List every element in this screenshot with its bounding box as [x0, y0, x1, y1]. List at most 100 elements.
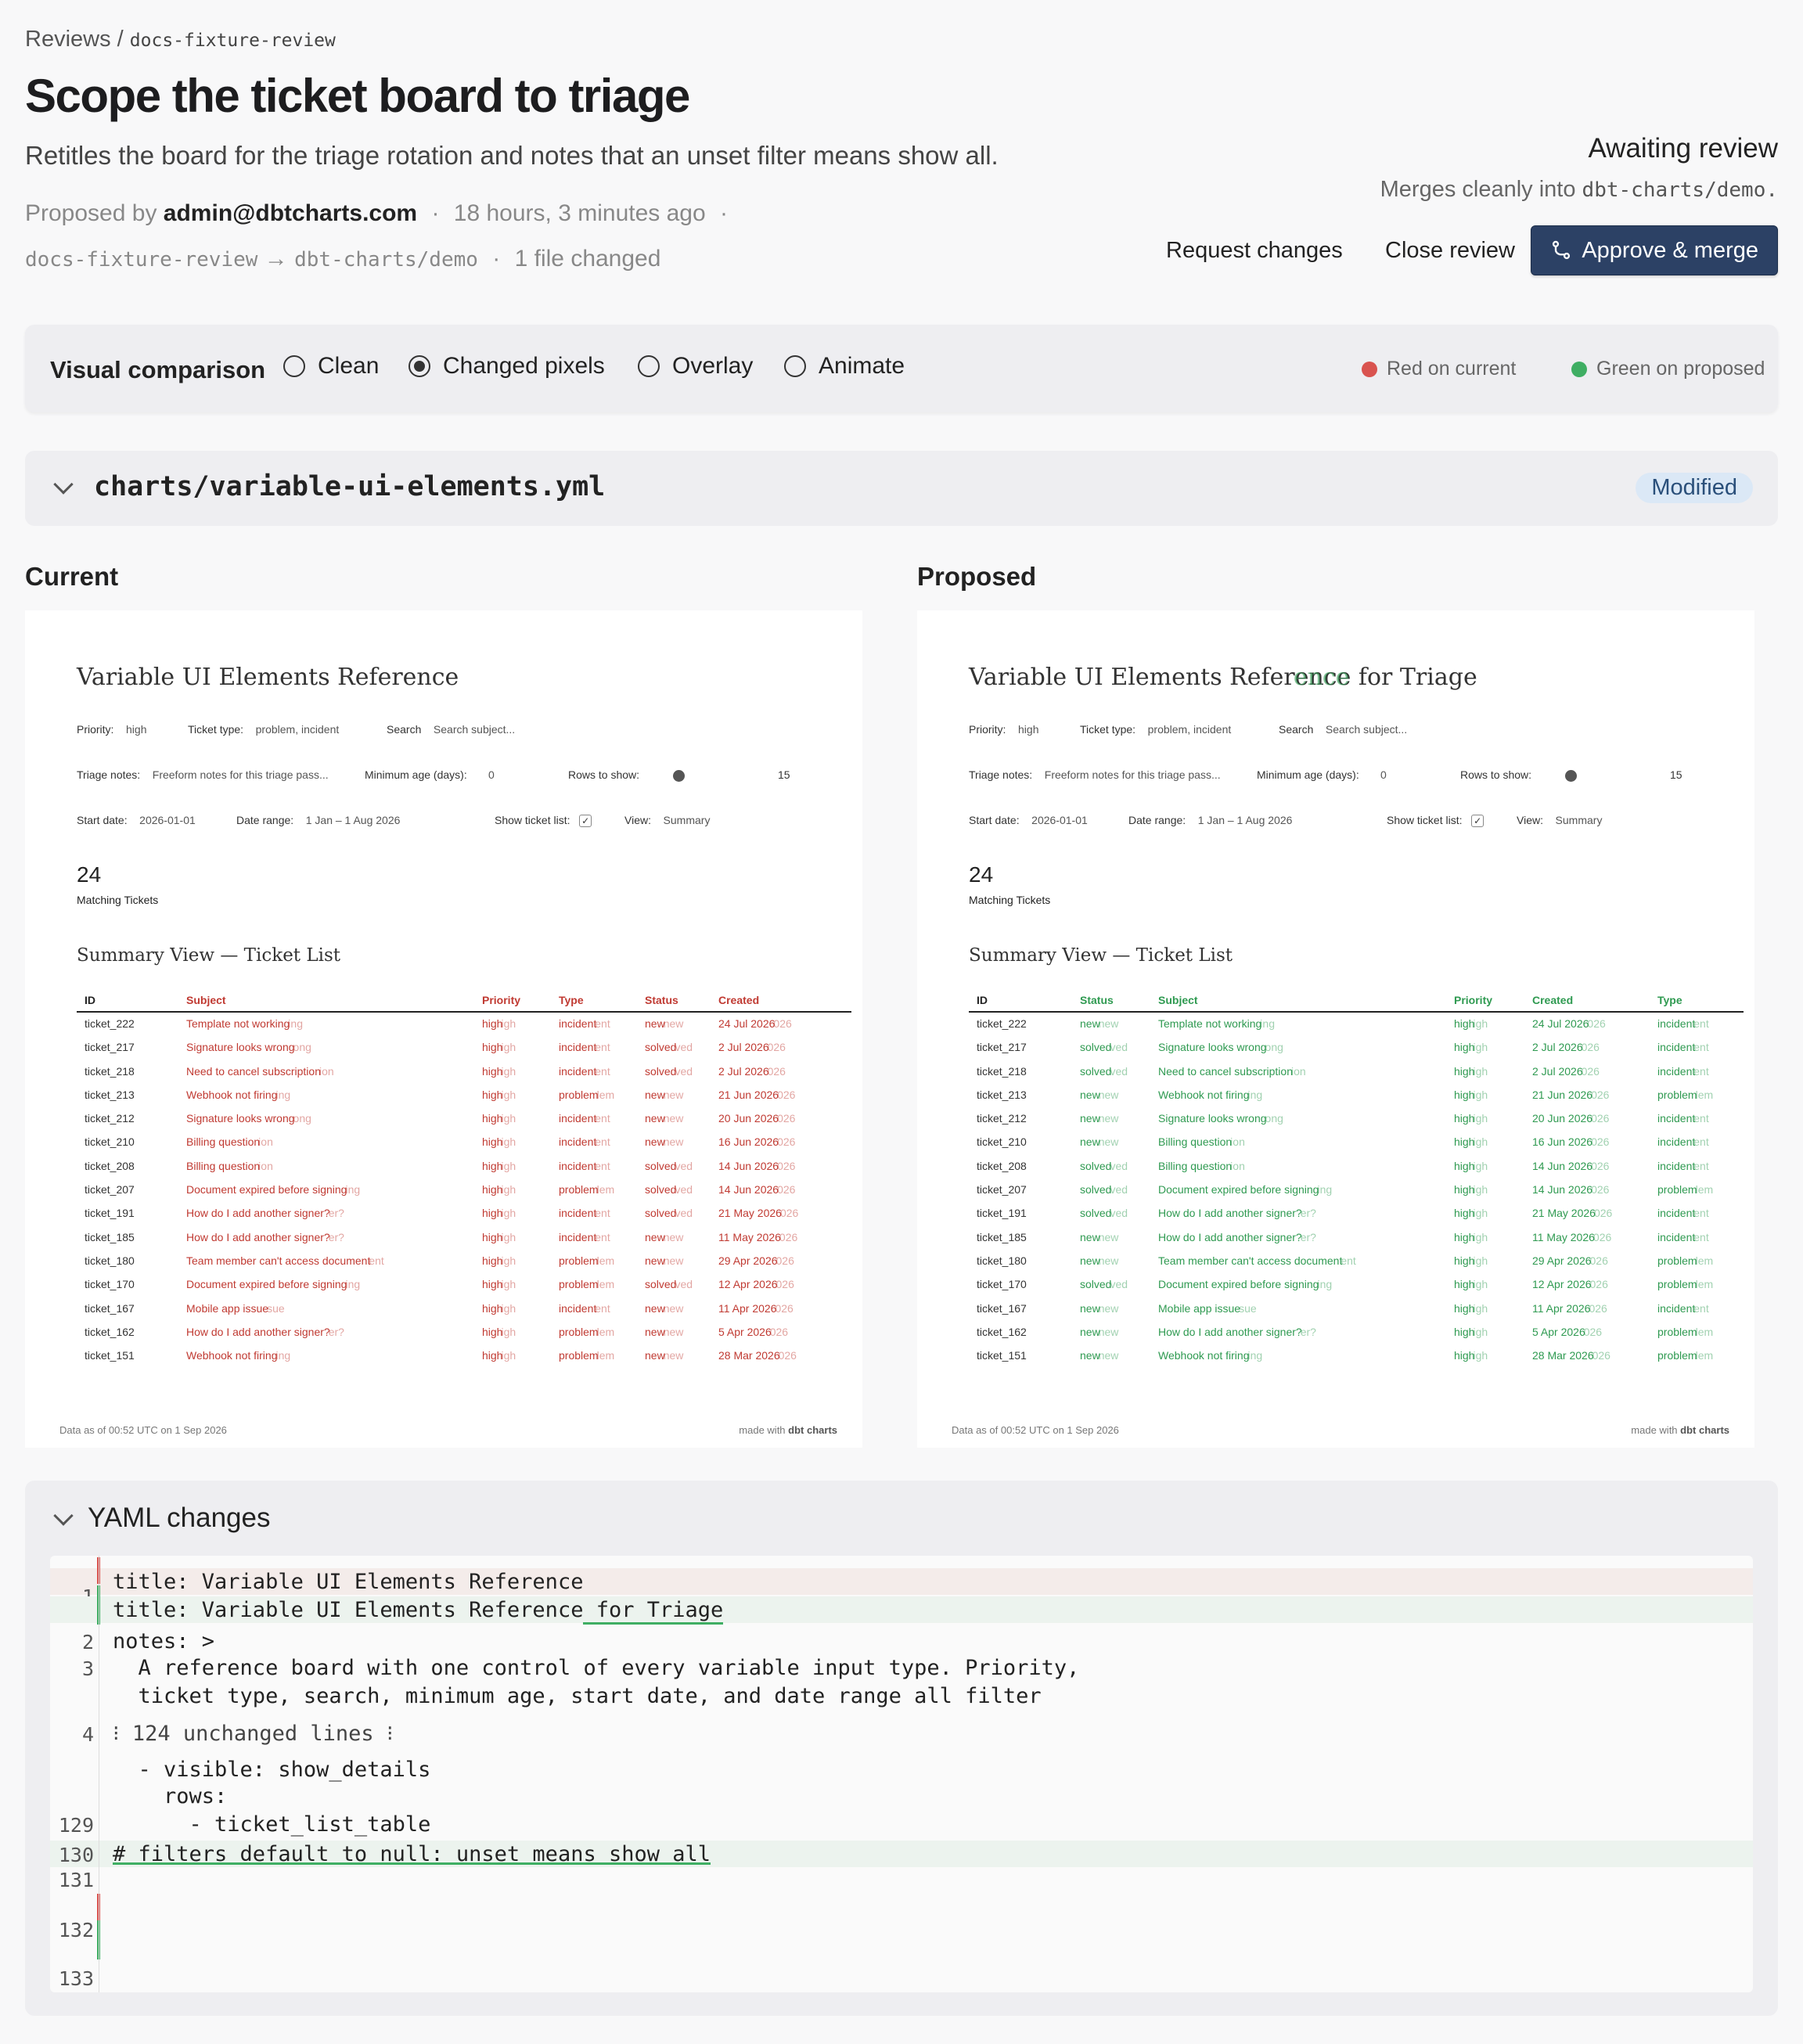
table-cell: ticket_212	[977, 1112, 1027, 1125]
diff-ghost: ved	[1110, 1207, 1128, 1220]
diff-ghost: 026	[776, 1278, 794, 1291]
diff-ghost: 026	[1591, 1112, 1610, 1125]
table-cell: problemlem	[559, 1278, 615, 1291]
diff-ghost: ong	[1265, 1112, 1283, 1125]
file-path: charts/variable-ui-elements.yml	[94, 471, 606, 502]
code-text: - ticket_list_table	[113, 1812, 431, 1837]
table-cell: 11 May 2026026	[1532, 1230, 1612, 1243]
diff-ghost: igh	[1473, 1183, 1488, 1197]
diff-ghost: igh	[1473, 1088, 1488, 1101]
diff-ghost: ved	[1110, 1159, 1128, 1172]
diff-ghost: new	[1098, 1349, 1119, 1362]
table-cell: Document expired before signinging	[1158, 1278, 1333, 1291]
table-cell: incidentent	[1657, 1135, 1709, 1149]
diff-ghost: 026	[779, 1207, 799, 1220]
table-cell: solvedved	[645, 1278, 693, 1291]
table-cell: highigh	[1454, 1254, 1488, 1267]
diff-ghost: ent	[369, 1254, 384, 1267]
table-cell: highigh	[482, 1017, 516, 1030]
diff-ghost: 026	[773, 1017, 792, 1030]
diff-ghost: ent	[595, 1230, 610, 1243]
meta-separator: ·	[720, 200, 729, 226]
table-cell: solvedved	[1080, 1159, 1128, 1172]
date-range-filter: Date range: 1 Jan – 1 Aug 2026	[1128, 814, 1293, 826]
table-cell: newnew	[645, 1325, 684, 1338]
diff-ghost: 026	[1592, 1230, 1612, 1243]
diff-ghost: ing	[275, 1349, 291, 1362]
table-cell: highigh	[1454, 1041, 1488, 1054]
table-cell: 2 Jul 2026026	[718, 1064, 786, 1078]
diff-ghost: new	[663, 1017, 684, 1030]
chevron-down-icon[interactable]	[53, 1506, 74, 1526]
diff-line: 131	[50, 1866, 1753, 1892]
breadcrumb-branch: docs-fixture-review	[129, 31, 336, 51]
column-header: Status	[645, 994, 678, 1006]
table-row: ticket_151 Webhook not firinging highigh pr…	[77, 1344, 851, 1368]
merge-status-text: Merges cleanly into	[1380, 177, 1576, 202]
table-cell: Webhook not firinging	[1158, 1349, 1263, 1362]
radio-overlay[interactable]: Overlay	[638, 353, 753, 380]
table-cell: incidentent	[559, 1301, 610, 1315]
diff-ghost: igh	[501, 1088, 516, 1101]
column-header: Type	[559, 994, 584, 1006]
table-row: ticket_191 solvedved How do I add another …	[969, 1202, 1744, 1225]
table-cell: newnew	[1080, 1017, 1119, 1030]
diff-ghost: ion	[258, 1135, 273, 1149]
radio-changed-pixels[interactable]: Changed pixels	[408, 353, 605, 380]
table-cell: Document expired before signinging	[186, 1278, 361, 1291]
merge-icon	[1553, 240, 1571, 260]
table-cell: How do I add another signer?er?	[186, 1207, 344, 1220]
radio-animate[interactable]: Animate	[784, 353, 905, 380]
diff-ghost: er?	[328, 1325, 344, 1338]
table-cell: newnew	[645, 1135, 684, 1149]
table-cell: highigh	[482, 1159, 516, 1172]
diff-ghost: igh	[1473, 1207, 1488, 1220]
table-cell: newnew	[645, 1301, 684, 1315]
table-cell: highigh	[482, 1349, 516, 1362]
diff-line: - visible: show_details	[50, 1756, 1753, 1783]
table-row: ticket_213 newnew Webhook not firinging hig…	[969, 1084, 1744, 1107]
table-row: ticket_162 How do I add another signer?er…	[77, 1321, 851, 1344]
radio-clean[interactable]: Clean	[283, 353, 379, 380]
chart-footer-left: Data as of 00:52 UTC on 1 Sep 2026	[952, 1424, 1119, 1436]
breadcrumb-reviews-link[interactable]: Reviews	[25, 27, 111, 52]
code-text: # filters default to null: unset means s…	[113, 1842, 711, 1866]
table-cell: ticket_162	[977, 1325, 1027, 1338]
diff-ghost: ent	[1693, 1135, 1709, 1149]
metric-label: Matching Tickets	[77, 894, 159, 906]
table-cell: highigh	[482, 1064, 516, 1078]
table-cell: Mobile app issuesue	[186, 1301, 285, 1315]
table-row: ticket_151 newnew Webhook not firinging hig…	[969, 1344, 1744, 1368]
table-cell: problemlem	[559, 1325, 615, 1338]
diff-ghost: ved	[1110, 1278, 1128, 1291]
table-cell: Template not workinging	[186, 1017, 303, 1030]
table-cell: 5 Apr 2026026	[718, 1325, 789, 1338]
request-changes-button[interactable]: Request changes	[1166, 225, 1343, 275]
diff-ghost: igh	[1473, 1301, 1488, 1315]
diff-ghost: ent	[595, 1112, 610, 1125]
table-cell: Webhook not firinging	[186, 1088, 291, 1101]
yaml-changes-panel: YAML changes 1title: Variable UI Element…	[25, 1481, 1778, 2016]
start-date-filter: Start date: 2026-01-01	[77, 814, 196, 826]
table-cell: incidentent	[559, 1207, 610, 1220]
diff-line: 130 # filters default to null: unset mean…	[50, 1841, 1753, 1867]
table-cell: Billing questionion	[186, 1159, 273, 1172]
table-row: ticket_208 Billing questionion highigh inci…	[77, 1155, 851, 1179]
table-cell: How do I add another signer?er?	[1158, 1325, 1316, 1338]
diff-ghost: ent	[595, 1135, 610, 1149]
diff-ghost: new	[663, 1112, 684, 1125]
line-number: 131	[58, 1869, 94, 1891]
rows-filter: Rows to show:	[1460, 768, 1532, 781]
metric-value: 24	[969, 862, 994, 887]
close-review-button[interactable]: Close review	[1385, 225, 1515, 275]
table-row: ticket_210 Billing questionion highigh inci…	[77, 1131, 851, 1154]
table-cell: 14 Jun 2026026	[718, 1183, 796, 1197]
table-cell: 11 Apr 2026026	[1532, 1301, 1607, 1315]
table-cell: 2 Jul 2026026	[1532, 1064, 1600, 1078]
file-header[interactable]: charts/variable-ui-elements.yml Modified	[25, 451, 1778, 526]
approve-merge-button[interactable]: Approve & merge	[1531, 225, 1778, 275]
chevron-down-icon[interactable]	[53, 474, 74, 495]
table-cell: 29 Apr 2026026	[718, 1254, 794, 1267]
diff-ghost: lem	[1695, 1325, 1714, 1338]
table-cell: 12 Apr 2026026	[718, 1278, 794, 1291]
